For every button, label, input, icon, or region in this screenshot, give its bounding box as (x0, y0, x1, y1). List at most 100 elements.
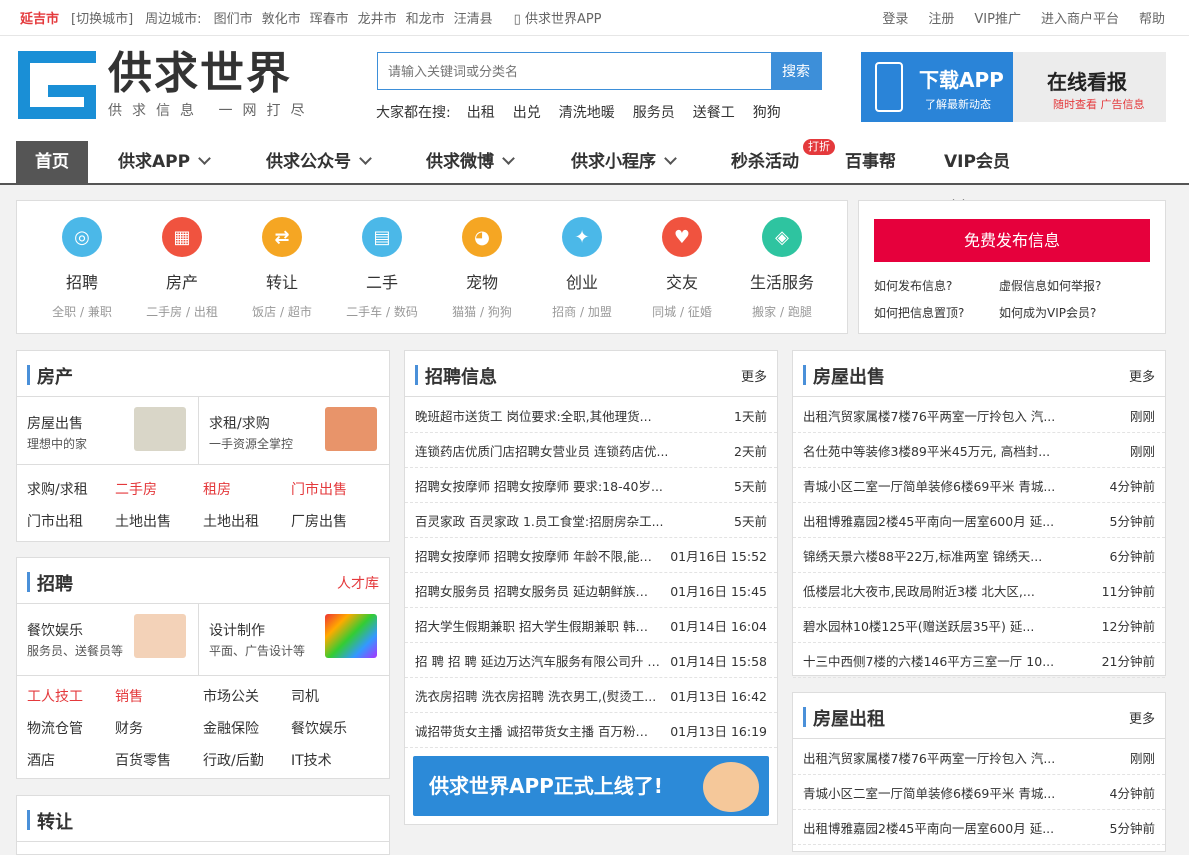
feature-house-sale[interactable]: 房屋出售 理想中的家 (17, 397, 199, 465)
category-link[interactable]: 司机 (291, 686, 379, 706)
faq-link[interactable]: 如何把信息置顶? (874, 304, 964, 321)
category-link[interactable]: 市场公关 (203, 686, 291, 706)
hot-search-link[interactable]: 狗狗 (753, 102, 781, 122)
category-link[interactable]: 门市出售 (291, 479, 379, 499)
nearby-city-link[interactable]: 珲春市 (310, 12, 349, 27)
category-link[interactable]: 门市出租 (27, 511, 115, 531)
category-5[interactable]: ◕ 宠物 猫猫 / 狗狗 (432, 217, 532, 320)
category-link[interactable]: 租房 (203, 479, 291, 499)
site-logo[interactable]: 供求世界 供求信息 一网打尽 (18, 50, 314, 120)
category-link[interactable]: 土地出售 (115, 511, 203, 531)
current-city[interactable]: 延吉市 (20, 8, 59, 27)
category-link[interactable]: 金融保险 (203, 718, 291, 738)
list-item[interactable]: 十三中西侧7楼的六楼146平方三室一厅 10... 21分钟前 (793, 643, 1165, 678)
list-item[interactable]: 低楼层北大夜市,民政局附近3楼 北大区,... 11分钟前 (793, 573, 1165, 608)
top-link[interactable]: 登录 (882, 8, 908, 27)
app-launch-banner[interactable]: 供求世界APP正式上线了! (413, 756, 769, 816)
nav-item[interactable]: VIP会员 (914, 141, 1014, 207)
category-2[interactable]: ▦ 房产 二手房 / 出租 (132, 217, 232, 320)
list-item[interactable]: 青城小区二室一厅简单装修6楼69平米 青城... 4分钟前 (793, 775, 1165, 810)
nav-item[interactable]: 秒杀活动 打折 (701, 139, 835, 183)
nav-item[interactable]: 百事帮 (815, 141, 914, 183)
category-link[interactable]: 求购/求租 (27, 479, 115, 499)
category-7[interactable]: ♥ 交友 同城 / 征婚 (632, 217, 732, 320)
category-8[interactable]: ◈ 生活服务 搬家 / 跑腿 (732, 217, 832, 320)
list-item[interactable]: 连锁药店优质门店招聘女营业员 连锁药店优... 2天前 (405, 433, 777, 468)
switch-city-link[interactable]: [切换城市] (71, 8, 133, 27)
category-link[interactable]: 销售 (115, 686, 203, 706)
list-item[interactable]: 出租博雅嘉园2楼45平南向一居室600月 延... 5分钟前 (793, 503, 1165, 538)
category-4[interactable]: ▤ 二手 二手车 / 数码 (332, 217, 432, 320)
list-item[interactable]: 晚班超市送货工 岗位要求:全职,其他理货... 1天前 (405, 398, 777, 433)
online-newspaper-banner[interactable]: 在线看报 随时查看 广告信息 (1013, 52, 1166, 122)
top-link[interactable]: 注册 (928, 8, 954, 27)
search-input[interactable] (378, 53, 771, 89)
list-item[interactable]: 洗衣房招聘 洗衣房招聘 洗衣男工,(熨烫工... 01月13日 16:42 (405, 678, 777, 713)
list-item[interactable]: 青城小区二室一厅简单装修6楼69平米 青城... 4分钟前 (793, 468, 1165, 503)
faq-link[interactable]: 如何发布信息? (874, 277, 952, 294)
list-item[interactable]: 招大学生假期兼职 招大学生假期兼职 韩服写... 01月14日 16:04 (405, 608, 777, 643)
hot-search-link[interactable]: 送餐工 (693, 102, 735, 122)
list-item-title: 招大学生假期兼职 招大学生假期兼职 韩服写... (415, 618, 661, 634)
category-3[interactable]: ⇄ 转让 饭店 / 超市 (232, 217, 332, 320)
search-button[interactable]: 搜索 (771, 53, 821, 89)
feature-design[interactable]: 设计制作 平面、广告设计等 (199, 604, 389, 676)
list-item[interactable]: 招聘女服务员 招聘女服务员 延边朝鲜族民俗... 01月16日 15:45 (405, 573, 777, 608)
category-link[interactable]: 餐饮娱乐 (291, 718, 379, 738)
faq-link[interactable]: 如何成为VIP会员? (999, 304, 1096, 321)
more-link[interactable]: 更多 (1129, 708, 1155, 727)
feature-rent-buy[interactable]: 求租/求购 一手资源全掌控 (199, 397, 389, 465)
category-subtitle: 全职 / 兼职 (52, 305, 112, 319)
app-link[interactable]: ▯ 供求世界APP (514, 8, 602, 27)
category-6[interactable]: ✦ 创业 招商 / 加盟 (532, 217, 632, 320)
category-link[interactable]: 二手房 (115, 479, 203, 499)
faq-link[interactable]: 虚假信息如何举报? (999, 277, 1101, 294)
category-1[interactable]: ◎ 招聘 全职 / 兼职 (32, 217, 132, 320)
nearby-city-link[interactable]: 龙井市 (358, 12, 397, 27)
list-item[interactable]: 出租汽贸家属楼7楼76平两室一厅拎包入 汽... 刚刚 (793, 740, 1165, 775)
list-item[interactable]: 名仕苑中等装修3楼89平米45万元, 高档封... 刚刚 (793, 433, 1165, 468)
category-link[interactable]: 物流仓管 (27, 718, 115, 738)
list-item[interactable]: 招 聘 招 聘 延边万达汽车服务有限公司升 诚... 01月14日 15:58 (405, 643, 777, 678)
category-subtitle: 饭店 / 超市 (252, 305, 312, 319)
nav-item[interactable]: 供求APP (88, 141, 236, 183)
nav-item[interactable]: 首页 (16, 141, 88, 183)
top-link[interactable]: 帮助 (1139, 8, 1165, 27)
list-item[interactable]: 锦绣天景六楼88平22万,标准两室 锦绣天... 6分钟前 (793, 538, 1165, 573)
publish-button[interactable]: 免费发布信息 (874, 219, 1150, 262)
hot-search-link[interactable]: 出租 (467, 102, 495, 122)
hot-search-link[interactable]: 出兑 (513, 102, 541, 122)
nearby-city-link[interactable]: 图们市 (214, 12, 253, 27)
more-link[interactable]: 更多 (741, 366, 767, 385)
list-item[interactable]: 招聘女按摩师 招聘女按摩师 要求:18-40岁... 5天前 (405, 468, 777, 503)
nav-item[interactable]: 供求公众号 (236, 141, 396, 183)
list-item[interactable]: 诚招带货女主播 诚招带货女主播 百万粉丝带... 01月13日 16:19 (405, 713, 777, 748)
category-link[interactable]: 厂房出售 (291, 511, 379, 531)
top-link[interactable]: VIP推广 (974, 8, 1021, 27)
list-item[interactable]: 招聘女按摩师 招聘女按摩师 年龄不限,能长... 01月16日 15:52 (405, 538, 777, 573)
category-link[interactable]: 百货零售 (115, 750, 203, 770)
list-item[interactable]: 百灵家政 百灵家政 1.员工食堂:招厨房杂工... 5天前 (405, 503, 777, 538)
nearby-city-link[interactable]: 和龙市 (406, 12, 445, 27)
category-link[interactable]: 酒店 (27, 750, 115, 770)
hot-search-link[interactable]: 清洗地暖 (559, 102, 615, 122)
feature-catering[interactable]: 餐饮娱乐 服务员、送餐员等 (17, 604, 199, 676)
nearby-city-link[interactable]: 敦化市 (262, 12, 301, 27)
nav-item[interactable]: 供求微博 (396, 141, 541, 183)
nav-item[interactable]: 供求小程序 (541, 141, 701, 183)
nearby-city-link[interactable]: 汪清县 (454, 12, 493, 27)
list-item[interactable]: 出租博雅嘉园2楼45平南向一居室600月 延... 5分钟前 (793, 810, 1165, 845)
category-link[interactable]: IT技术 (291, 750, 379, 770)
top-link[interactable]: 进入商户平台 (1041, 8, 1119, 27)
category-link[interactable]: 财务 (115, 718, 203, 738)
category-link[interactable]: 工人技工 (27, 686, 115, 706)
header-banner[interactable]: 下载APP 了解最新动态 在线看报 随时查看 广告信息 (861, 52, 1166, 122)
download-app-banner[interactable]: 下载APP 了解最新动态 (861, 52, 1013, 122)
list-item[interactable]: 出租汽贸家属楼7楼76平两室一厅拎包入 汽... 刚刚 (793, 398, 1165, 433)
list-item[interactable]: 碧水园林10楼125平(赠送跃层35平) 延... 12分钟前 (793, 608, 1165, 643)
talent-pool-link[interactable]: 人才库 (337, 573, 379, 593)
category-link[interactable]: 行政/后勤 (203, 750, 291, 770)
category-link[interactable]: 土地出租 (203, 511, 291, 531)
hot-search-link[interactable]: 服务员 (633, 102, 675, 122)
more-link[interactable]: 更多 (1129, 366, 1155, 385)
